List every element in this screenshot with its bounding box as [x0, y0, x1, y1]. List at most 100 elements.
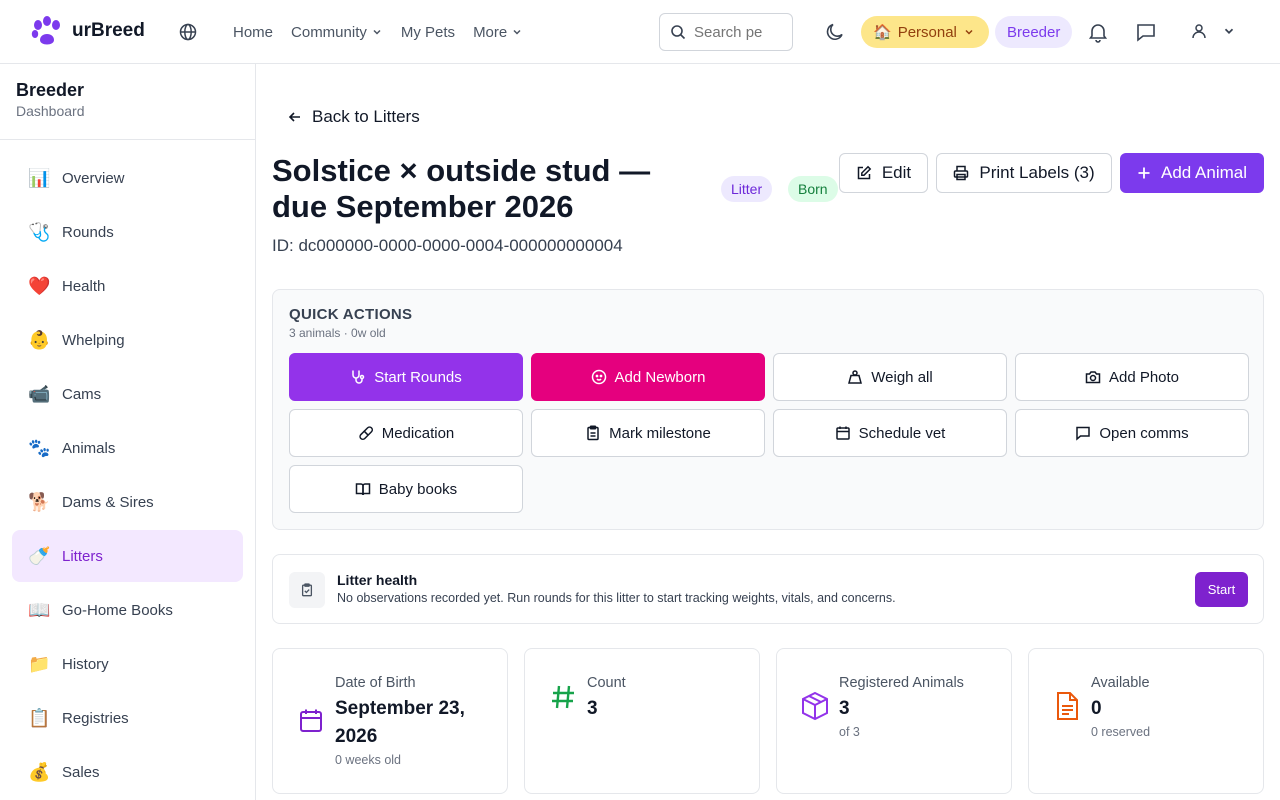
- baby-face-icon: [591, 369, 606, 385]
- search-input[interactable]: [694, 23, 764, 41]
- sidebar-item-cams[interactable]: 📹 Cams: [12, 368, 243, 420]
- nav-home[interactable]: Home: [233, 24, 273, 41]
- bell-icon[interactable]: [1087, 21, 1109, 43]
- litter-health-title: Litter health: [337, 572, 418, 588]
- dog-icon: 🐕: [28, 491, 51, 512]
- sidebar-item-rounds[interactable]: 🩺 Rounds: [12, 206, 243, 258]
- weight-icon: [848, 370, 863, 384]
- open-comms-label: Open comms: [1099, 424, 1189, 442]
- main-nav: Home Community My Pets More: [233, 0, 541, 64]
- print-labels-label: Print Labels (3): [979, 163, 1095, 182]
- nav-community-label: Community: [291, 23, 367, 41]
- start-health-button[interactable]: Start: [1195, 572, 1248, 607]
- message-icon: [1076, 426, 1091, 441]
- weigh-all-button[interactable]: Weigh all: [773, 353, 1007, 401]
- brand-logo[interactable]: urBreed: [30, 16, 145, 46]
- stat-card-available: Available 0 0 reserved: [1028, 648, 1264, 794]
- sidebar-item-label: Go-Home Books: [62, 601, 173, 619]
- edit-button[interactable]: Edit: [839, 153, 928, 193]
- brand-name: urBreed: [72, 20, 145, 41]
- baby-books-label: Baby books: [378, 480, 458, 498]
- schedule-vet-button[interactable]: Schedule vet: [773, 409, 1007, 457]
- stat-value: September 23, 2026: [335, 698, 465, 747]
- clipboard-icon: [587, 425, 599, 441]
- stethoscope-icon: 🩺: [28, 221, 51, 242]
- nav-community[interactable]: Community: [291, 24, 383, 41]
- sidebar-item-label: Sales: [62, 763, 100, 781]
- sidebar-item-go-home-books[interactable]: 📖 Go-Home Books: [12, 584, 243, 636]
- sidebar-item-label: Animals: [62, 439, 116, 457]
- sidebar-item-overview[interactable]: 📊 Overview: [12, 152, 243, 204]
- back-to-litters-link[interactable]: Back to Litters: [288, 107, 420, 127]
- search-box[interactable]: [659, 13, 793, 51]
- pill-icon: [359, 426, 373, 441]
- globe-icon[interactable]: [178, 22, 198, 42]
- user-icon: [1192, 24, 1206, 39]
- litter-badge: Litter: [721, 176, 773, 202]
- sidebar: Breeder Dashboard 📊 Overview 🩺 Rounds ❤️ He…: [0, 64, 256, 800]
- hash-icon: [552, 685, 574, 709]
- sidebar-item-animals[interactable]: 🐾 Animals: [12, 422, 243, 474]
- sidebar-subtitle: Dashboard: [16, 103, 85, 119]
- printer-icon: [954, 165, 969, 181]
- add-newborn-label: Add Newborn: [614, 368, 706, 386]
- stethoscope-icon: [352, 370, 365, 384]
- sidebar-item-label: Cams: [62, 385, 102, 403]
- folder-icon: 📁: [28, 653, 51, 674]
- bottle-icon: 🍼: [28, 545, 51, 566]
- home-icon: 🏠: [873, 24, 892, 41]
- edit-icon: [857, 165, 872, 180]
- mark-milestone-button[interactable]: Mark milestone: [531, 409, 765, 457]
- stat-note: of 3: [839, 725, 860, 739]
- moon-icon[interactable]: [824, 21, 846, 43]
- print-labels-button[interactable]: Print Labels (3): [936, 153, 1112, 193]
- context-personal-button[interactable]: 🏠 Personal: [861, 16, 989, 48]
- main-content: Back to Litters Solstice × outside stud …: [256, 64, 1280, 800]
- add-animal-button[interactable]: Add Animal: [1120, 153, 1264, 193]
- sidebar-item-label: Litters: [62, 547, 103, 565]
- sidebar-item-sales[interactable]: 💰 Sales: [12, 746, 243, 798]
- baby-icon: 👶: [28, 329, 51, 350]
- stat-value: 0: [1091, 698, 1102, 719]
- open-comms-button[interactable]: Open comms: [1015, 409, 1249, 457]
- add-animal-label: Add Animal: [1161, 163, 1247, 182]
- start-rounds-label: Start Rounds: [374, 368, 462, 386]
- page-title: Solstice × outside stud — due September …: [272, 153, 651, 224]
- sidebar-item-dams-sires[interactable]: 🐕 Dams & Sires: [12, 476, 243, 528]
- user-menu[interactable]: [1190, 22, 1236, 40]
- litter-health-message: No observations recorded yet. Run rounds…: [337, 591, 896, 605]
- sidebar-title: Breeder: [16, 80, 85, 100]
- book-icon: 📖: [28, 599, 51, 620]
- sidebar-item-label: Registries: [62, 709, 129, 727]
- nav-my-pets[interactable]: My Pets: [401, 24, 455, 41]
- back-label: Back to Litters: [312, 107, 420, 126]
- chevron-down-icon: [965, 29, 973, 35]
- medication-label: Medication: [381, 424, 455, 442]
- sidebar-item-litters[interactable]: 🍼 Litters: [12, 530, 243, 582]
- search-icon: [671, 25, 686, 40]
- sidebar-item-history[interactable]: 📁 History: [12, 638, 243, 690]
- chevron-down-icon: [513, 29, 521, 35]
- add-newborn-button[interactable]: Add Newborn: [531, 353, 765, 401]
- heart-icon: ❤️: [28, 275, 51, 296]
- message-icon[interactable]: [1135, 21, 1157, 43]
- stat-label: Registered Animals: [839, 675, 964, 691]
- quick-actions-panel: QUICK ACTIONS 3 animals · 0w old Start R…: [272, 289, 1264, 530]
- paw-icon: 🐾: [28, 437, 51, 458]
- add-photo-button[interactable]: Add Photo: [1015, 353, 1249, 401]
- start-rounds-button[interactable]: Start Rounds: [289, 353, 523, 401]
- sidebar-item-whelping[interactable]: 👶 Whelping: [12, 314, 243, 366]
- paw-logo-icon: [31, 16, 60, 45]
- sidebar-item-registries[interactable]: 📋 Registries: [12, 692, 243, 744]
- stat-value: 3: [839, 698, 850, 719]
- sidebar-item-health[interactable]: ❤️ Health: [12, 260, 243, 312]
- money-bag-icon: 💰: [28, 761, 51, 782]
- add-photo-label: Add Photo: [1108, 368, 1180, 386]
- stat-label: Available: [1091, 675, 1150, 691]
- stat-card-dob: Date of Birth September 23, 2026 0 weeks…: [272, 648, 508, 794]
- baby-books-button[interactable]: Baby books: [289, 465, 523, 513]
- nav-more[interactable]: More: [473, 24, 523, 41]
- medication-button[interactable]: Medication: [289, 409, 523, 457]
- health-clipboard-icon: [289, 572, 325, 608]
- context-breeder-button[interactable]: Breeder: [995, 16, 1073, 48]
